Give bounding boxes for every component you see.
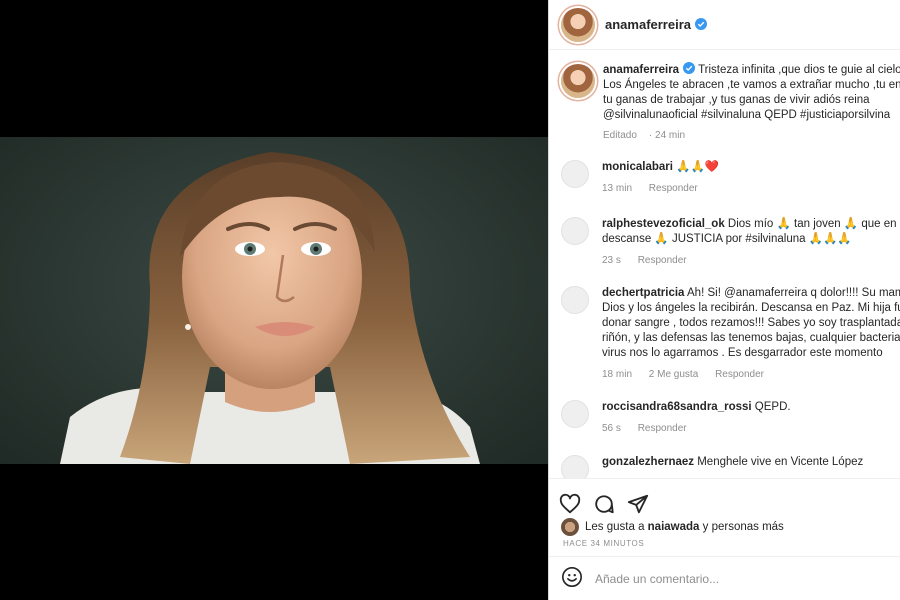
post-time-ago: HACE 34 MINUTOS — [563, 539, 645, 548]
reply-button[interactable]: Responder — [715, 369, 764, 380]
heart-icon[interactable] — [559, 493, 581, 515]
edited-label: Editado — [603, 130, 637, 141]
post-caption: anamaferreira Tristeza infinita ,que dio… — [561, 62, 900, 143]
comment-time: 13 min — [602, 183, 633, 194]
comment-username[interactable]: dechertpatricia — [602, 287, 684, 299]
comment-time: 18 min — [602, 369, 633, 380]
comment-meta: 18 min 2 Me gusta Responder — [602, 369, 900, 380]
comment-username[interactable]: roccisandra68sandra_rossi — [602, 401, 752, 413]
comment-meta: 56 s Responder — [602, 423, 900, 434]
commenter-avatar[interactable] — [561, 217, 589, 245]
likes-text: Les gusta a naiawada y personas más — [585, 521, 784, 533]
comments-list[interactable]: anamaferreira Tristeza infinita ,que dio… — [549, 52, 900, 478]
comment-icon[interactable] — [593, 493, 615, 515]
share-icon[interactable] — [627, 493, 649, 515]
verified-badge-icon — [695, 18, 707, 30]
caption-avatar[interactable] — [561, 64, 595, 98]
caption-time: 24 min — [655, 130, 686, 141]
comment-time: 23 s — [602, 255, 621, 266]
portrait-image — [60, 152, 480, 464]
reply-button[interactable]: Responder — [638, 255, 687, 266]
comment-text: roccisandra68sandra_rossi QEPD. — [602, 401, 791, 413]
comment-text: monicalabari 🙏🙏❤️ — [602, 161, 720, 173]
comment-username[interactable]: gonzalezhernaez — [602, 456, 694, 468]
post-media-panel — [0, 0, 548, 600]
instagram-post-view: anamaferreira anamaferreira Tristeza inf… — [0, 0, 900, 600]
comment-item: gonzalezhernaez Menghele vive en Vicente… — [561, 455, 900, 478]
liker-avatar — [561, 518, 579, 536]
commenter-avatar[interactable] — [561, 455, 589, 478]
commenter-avatar[interactable] — [561, 160, 589, 188]
post-photo[interactable] — [0, 137, 548, 464]
comment-item: roccisandra68sandra_rossi QEPD. 56 s Res… — [561, 400, 900, 434]
add-comment-bar: Añade un comentario... — [549, 556, 900, 600]
comment-meta: 13 min Responder — [602, 183, 900, 194]
reply-button[interactable]: Responder — [649, 183, 698, 194]
caption-username[interactable]: anamaferreira — [603, 64, 679, 76]
comment-item: dechertpatricia Ah! Si! @anamaferreira q… — [561, 286, 900, 380]
comment-meta: 23 s Responder — [602, 255, 900, 266]
caption-meta: Editado · 24 min — [603, 130, 686, 141]
reply-button[interactable]: Responder — [638, 423, 687, 434]
likes-summary[interactable]: Les gusta a naiawada y personas más — [561, 518, 784, 536]
comment-username[interactable]: monicalabari — [602, 161, 673, 173]
post-side-panel: anamaferreira anamaferreira Tristeza inf… — [548, 0, 900, 600]
commenter-avatar[interactable] — [561, 400, 589, 428]
comment-text: dechertpatricia Ah! Si! @anamaferreira q… — [602, 287, 900, 359]
author-avatar[interactable] — [561, 7, 595, 42]
caption-text: anamaferreira Tristeza infinita ,que dio… — [603, 62, 900, 143]
commenter-avatar[interactable] — [561, 286, 589, 314]
add-comment-input[interactable]: Añade un comentario... — [595, 572, 719, 586]
comment-item: ralphestevezoficial_ok Dios mío 🙏 tan jo… — [561, 217, 900, 266]
comment-username[interactable]: ralphestevezoficial_ok — [602, 218, 725, 230]
verified-badge-icon — [683, 62, 696, 74]
comment-time: 56 s — [602, 423, 621, 434]
post-header: anamaferreira — [549, 0, 900, 50]
comment-item: monicalabari 🙏🙏❤️ 13 min Responder — [561, 160, 900, 194]
author-username[interactable]: anamaferreira — [605, 17, 707, 32]
comment-likes[interactable]: 2 Me gusta — [649, 369, 698, 380]
emoji-icon[interactable] — [561, 566, 583, 591]
comment-text: ralphestevezoficial_ok Dios mío 🙏 tan jo… — [602, 218, 900, 245]
comment-text: gonzalezhernaez Menghele vive en Vicente… — [602, 456, 864, 468]
